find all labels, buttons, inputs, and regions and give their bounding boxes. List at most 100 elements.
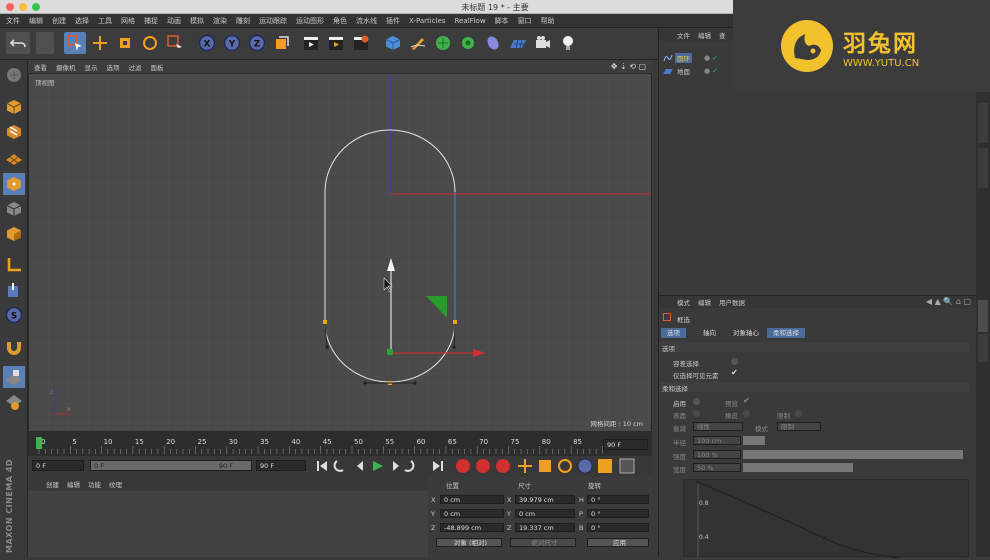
- coordinate-system-button[interactable]: [271, 32, 293, 54]
- attr-menu-userdata[interactable]: 用户数据: [719, 297, 745, 307]
- spline-point[interactable]: [323, 320, 327, 324]
- enable-checkbox[interactable]: [693, 398, 700, 405]
- tab-object-axis[interactable]: 对象轴心: [727, 328, 765, 338]
- menu-create[interactable]: 创建: [52, 16, 66, 26]
- material-menu-function[interactable]: 功能: [88, 479, 101, 489]
- axis-y-button[interactable]: Y: [221, 32, 243, 54]
- timeline-ruler[interactable]: 051015202530354045505560657075808590 90 …: [28, 432, 652, 456]
- object-row-floor[interactable]: 地面 ● ✓: [663, 65, 733, 76]
- menu-window[interactable]: 窗口: [518, 16, 532, 26]
- preview-checkbox[interactable]: ✔: [743, 396, 750, 405]
- visibility-dots-icon[interactable]: ●: [704, 54, 710, 62]
- previous-frame-icon[interactable]: [357, 461, 363, 471]
- object-row-spline[interactable]: 圆环 ● ✓: [663, 52, 733, 63]
- menu-animate[interactable]: 动画: [167, 16, 181, 26]
- enabled-check-icon[interactable]: ✓: [712, 67, 718, 75]
- axis-z-button[interactable]: Z: [246, 32, 268, 54]
- material-menu-texture[interactable]: 纹理: [109, 479, 122, 489]
- model-mode-button[interactable]: [3, 96, 25, 118]
- key-parameter-icon[interactable]: [577, 458, 593, 474]
- menu-xparticles[interactable]: X-Particles: [409, 17, 445, 25]
- side-tab-content[interactable]: [978, 148, 988, 188]
- workplane-mode-button[interactable]: [3, 146, 25, 168]
- side-tab-layers[interactable]: [978, 334, 988, 362]
- object-name-spline[interactable]: 圆环: [675, 52, 692, 63]
- menu-render[interactable]: 渲染: [213, 16, 227, 26]
- mode-dropdown[interactable]: 限制: [777, 422, 821, 431]
- position-y-field[interactable]: 0 cm: [440, 509, 504, 518]
- record-keyframe-icon[interactable]: [456, 459, 470, 473]
- material-menu-create[interactable]: 创建: [46, 479, 59, 489]
- rubber-checkbox[interactable]: [743, 410, 750, 417]
- tangent-handle-point[interactable]: [413, 381, 417, 385]
- timeline-window-icon[interactable]: [619, 458, 635, 474]
- surface-checkbox[interactable]: [693, 410, 700, 417]
- preview-range-slider[interactable]: 0 F 90 F: [90, 460, 252, 471]
- object-name-floor[interactable]: 地面: [675, 66, 692, 76]
- end-frame-field[interactable]: 90 F: [256, 460, 306, 471]
- restrict-checkbox[interactable]: [795, 410, 802, 417]
- side-tab-attributes[interactable]: [978, 300, 988, 332]
- render-view-button[interactable]: [300, 32, 322, 54]
- key-pla-icon[interactable]: [598, 459, 612, 473]
- rotation-h-field[interactable]: 0 °: [587, 495, 649, 504]
- vp-menu-display[interactable]: 显示: [85, 62, 98, 72]
- keyframe-selection-icon[interactable]: [496, 459, 510, 473]
- rotation-p-field[interactable]: 0 °: [587, 509, 649, 518]
- current-frame-field[interactable]: 90 F: [603, 439, 648, 450]
- visibility-dots-icon[interactable]: ●: [704, 67, 710, 75]
- size-z-field[interactable]: 19.337 cm: [515, 523, 575, 532]
- next-key-icon[interactable]: [404, 460, 415, 472]
- material-menu-edit[interactable]: 编辑: [67, 479, 80, 489]
- gizmo-center[interactable]: [387, 349, 393, 355]
- edges-mode-button[interactable]: [3, 198, 25, 220]
- falloff-curve-graph[interactable]: 0.8 0.4: [683, 479, 971, 560]
- material-manager-area[interactable]: [28, 491, 428, 557]
- size-y-field[interactable]: 0 cm: [515, 509, 575, 518]
- make-editable-button[interactable]: [3, 64, 25, 86]
- obj-menu-file[interactable]: 文件: [677, 30, 690, 40]
- falloff-dropdown[interactable]: 线性: [693, 422, 743, 431]
- menu-edit[interactable]: 编辑: [29, 16, 43, 26]
- visible-only-checkbox[interactable]: ✔: [731, 368, 738, 377]
- tweak-mode-button[interactable]: [3, 279, 25, 301]
- subdivision-surface-button[interactable]: [432, 32, 454, 54]
- tab-axis[interactable]: 轴向: [697, 328, 722, 338]
- size-mode-dropdown[interactable]: 绝对尺寸: [510, 538, 576, 547]
- planar-workplane-button[interactable]: [3, 391, 25, 413]
- position-x-field[interactable]: 0 cm: [440, 495, 504, 504]
- live-select-button[interactable]: [64, 32, 86, 54]
- start-frame-field[interactable]: 0 F: [32, 460, 84, 471]
- strength-field[interactable]: 100 %: [693, 450, 741, 459]
- play-icon[interactable]: [373, 461, 383, 471]
- width-field[interactable]: 50 %: [693, 463, 741, 472]
- menu-plugins[interactable]: 插件: [386, 16, 400, 26]
- go-to-end-icon[interactable]: [433, 461, 443, 471]
- menu-mesh[interactable]: 网格: [121, 16, 135, 26]
- attr-menu-edit[interactable]: 编辑: [698, 297, 711, 307]
- enabled-check-icon[interactable]: ✓: [712, 54, 718, 62]
- menu-simulate[interactable]: 模拟: [190, 16, 204, 26]
- menu-character[interactable]: 角色: [333, 16, 347, 26]
- menu-tools[interactable]: 工具: [98, 16, 112, 26]
- scale-button[interactable]: [114, 32, 136, 54]
- vp-menu-view[interactable]: 查看: [34, 62, 47, 72]
- radius-slider[interactable]: [743, 436, 765, 445]
- recent-tool-button[interactable]: [164, 32, 186, 54]
- obj-menu-view[interactable]: 查: [719, 30, 726, 40]
- coordinate-mode-dropdown[interactable]: 对象 (相对): [436, 538, 502, 547]
- next-frame-icon[interactable]: [393, 461, 399, 471]
- rotation-b-field[interactable]: 0 °: [587, 523, 649, 532]
- texture-mode-button[interactable]: [3, 121, 25, 143]
- menu-sculpt[interactable]: 雕刻: [236, 16, 250, 26]
- vp-menu-filter[interactable]: 过滤: [129, 62, 142, 72]
- tab-options[interactable]: 选项: [661, 328, 686, 338]
- key-rotation-icon[interactable]: [558, 459, 572, 473]
- polygons-mode-button[interactable]: [3, 223, 25, 245]
- lock-workplane-button[interactable]: [3, 366, 25, 388]
- key-scale-icon[interactable]: [539, 460, 551, 472]
- vp-menu-cameras[interactable]: 摄像机: [56, 62, 76, 72]
- redo-button[interactable]: [36, 32, 54, 54]
- tangent-handle-point[interactable]: [363, 381, 367, 385]
- attr-nav-icons[interactable]: ◀ ▲ 🔍 ⌂ ▢: [926, 297, 971, 306]
